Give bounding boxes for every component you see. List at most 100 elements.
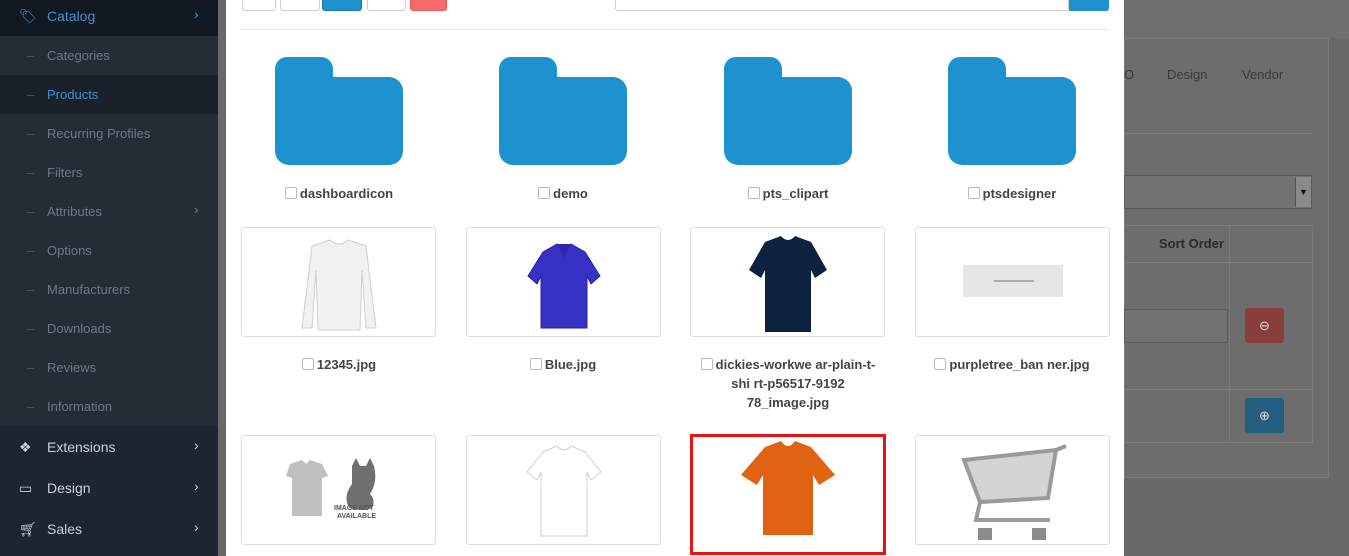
image-thumbnail[interactable]	[915, 435, 1110, 545]
sidebar: 🏷︎ Catalog › – Categories – Products – R…	[0, 0, 218, 556]
dash-icon: –	[27, 87, 35, 102]
parent-folder-button[interactable]	[242, 0, 276, 11]
select-checkbox[interactable]	[538, 187, 551, 199]
image-thumbnail-selected[interactable]	[690, 434, 886, 555]
select-checkbox[interactable]	[700, 358, 713, 370]
image-name: purpletree_ban ner.jpg	[949, 357, 1090, 372]
sidebar-item-extensions[interactable]: ❖ Extensions ›	[0, 427, 218, 468]
chevron-right-icon: ›	[194, 6, 199, 22]
dash-icon: –	[27, 48, 35, 63]
delete-button[interactable]	[410, 0, 447, 11]
white-tshirt-image	[526, 445, 602, 537]
minus-circle-icon: ⊖	[1259, 318, 1270, 333]
sidebar-item-label: Filters	[47, 165, 83, 180]
dash-icon: –	[27, 165, 35, 180]
sidebar-item-manufacturers[interactable]: – Manufacturers	[0, 270, 218, 309]
sidebar-item-label: Downloads	[47, 321, 112, 336]
placeholder-label: IMAGE NOT	[334, 505, 374, 512]
image-name: 12345.jpg	[316, 357, 377, 372]
sidebar-item-categories[interactable]: – Categories	[0, 36, 218, 75]
sidebar-item-catalog[interactable]: 🏷︎ Catalog ›	[0, 0, 218, 36]
select-checkbox[interactable]	[301, 358, 314, 370]
sidebar-item-label: Information	[47, 399, 113, 414]
upload-button[interactable]	[322, 0, 362, 11]
sidebar-item-attributes[interactable]: – Attributes ›	[0, 192, 218, 231]
table-row-divider	[1124, 262, 1313, 263]
image-caption: Blue.jpg	[451, 355, 675, 374]
sidebar-item-label: Sales	[47, 521, 83, 537]
image-name: Blue.jpg	[544, 357, 597, 372]
folder-icon[interactable]	[275, 57, 403, 167]
sidebar-item-label: Manufacturers	[47, 282, 131, 297]
sidebar-item-label: Categories	[47, 48, 110, 63]
folder-icon[interactable]	[499, 57, 627, 167]
table-column-divider	[1229, 225, 1230, 443]
search-input[interactable]	[615, 0, 1069, 11]
sidebar-item-label: Attributes	[47, 204, 102, 219]
shopping-cart-image	[961, 444, 1067, 540]
tab-divider	[1124, 133, 1313, 134]
folder-icon[interactable]	[724, 57, 852, 167]
dash-icon: –	[27, 126, 35, 141]
sidebar-item-products[interactable]: – Products	[0, 75, 218, 114]
banner-image	[963, 265, 1063, 297]
image-caption: purpletree_ban ner.jpg	[900, 355, 1124, 374]
add-image-button[interactable]: ⊕	[1245, 398, 1284, 433]
select-checkbox[interactable]	[284, 187, 297, 199]
puzzle-icon: ❖	[19, 439, 32, 455]
select-checkbox[interactable]	[747, 187, 760, 199]
no-image-placeholder: IMAGE NOT AVAILABLE	[286, 458, 376, 520]
folder-name[interactable]: pts_clipart	[763, 186, 829, 201]
tab-design[interactable]: Design	[1167, 67, 1207, 82]
chevron-right-icon: ›	[194, 519, 199, 535]
folder-body	[724, 77, 852, 165]
refresh-button[interactable]	[280, 0, 320, 11]
image-thumbnail[interactable]	[690, 227, 885, 337]
new-folder-button[interactable]	[367, 0, 406, 11]
image-thumbnail[interactable]	[241, 227, 436, 337]
sidebar-item-label: Options	[47, 243, 92, 258]
folder-caption: demo	[451, 184, 675, 203]
folder-caption: pts_clipart	[676, 184, 900, 203]
image-manager-modal: dashboardicon demo pts_clipart ptsdesign…	[226, 0, 1124, 556]
table-row-divider	[1124, 389, 1313, 390]
sort-order-input[interactable]	[1124, 309, 1228, 343]
select-checkbox[interactable]	[529, 358, 542, 370]
store-select[interactable]	[1124, 175, 1312, 209]
tag-icon: 🏷︎	[19, 8, 37, 24]
remove-image-button[interactable]: ⊖	[1245, 308, 1284, 343]
folder-name[interactable]: ptsdesigner	[983, 186, 1057, 201]
sidebar-item-options[interactable]: – Options	[0, 231, 218, 270]
blue-polo-shirt-image	[527, 243, 601, 329]
sidebar-item-sales[interactable]: 🛒︎ Sales ›	[0, 509, 218, 550]
sort-order-header: Sort Order	[1159, 236, 1225, 251]
select-checkbox[interactable]	[967, 187, 980, 199]
cart-icon: 🛒︎	[19, 521, 37, 537]
sidebar-item-label: Extensions	[47, 439, 116, 455]
sidebar-item-reviews[interactable]: – Reviews	[0, 348, 218, 387]
image-thumbnail[interactable]	[466, 435, 661, 545]
sidebar-item-downloads[interactable]: – Downloads	[0, 309, 218, 348]
chevron-right-icon: ›	[194, 478, 199, 494]
toolbar-divider	[241, 29, 1109, 30]
tab-vendor[interactable]: Vendor	[1242, 67, 1283, 82]
folder-body	[948, 77, 1076, 165]
image-thumbnail[interactable]	[915, 227, 1110, 337]
select-checkbox[interactable]	[934, 358, 947, 370]
sidebar-item-information[interactable]: – Information	[0, 387, 218, 426]
folder-name[interactable]: demo	[553, 186, 588, 201]
page-header-strip	[1124, 0, 1349, 38]
sidebar-item-filters[interactable]: – Filters	[0, 153, 218, 192]
monitor-icon: ▭	[19, 480, 33, 496]
folder-name[interactable]: dashboardicon	[300, 186, 393, 201]
sidebar-item-label: Recurring Profiles	[47, 126, 151, 141]
folder-icon[interactable]	[948, 57, 1076, 167]
image-thumbnail[interactable]	[466, 227, 661, 337]
sidebar-item-label: Catalog	[47, 8, 96, 24]
sidebar-item-recurring-profiles[interactable]: – Recurring Profiles	[0, 114, 218, 153]
image-thumbnail[interactable]: IMAGE NOT AVAILABLE	[241, 435, 436, 545]
sidebar-item-label: Products	[47, 87, 99, 102]
tab-seo[interactable]: O	[1124, 67, 1134, 82]
sidebar-item-design[interactable]: ▭ Design ›	[0, 468, 218, 509]
search-button[interactable]	[1069, 0, 1109, 11]
